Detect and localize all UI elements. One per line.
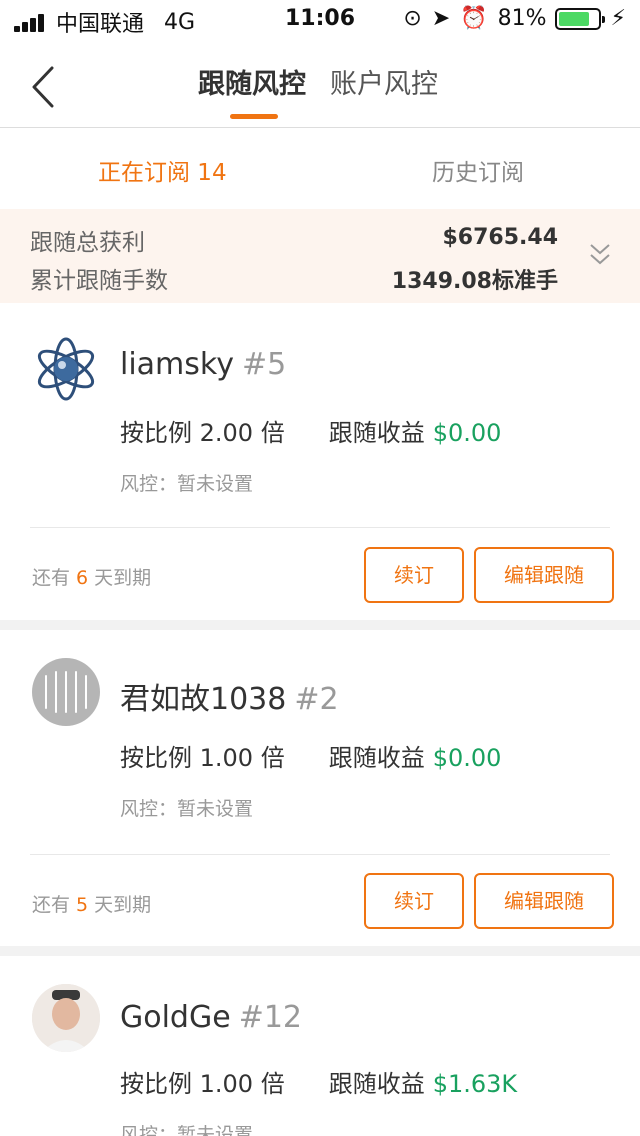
trader-name-text: 君如故1038 xyxy=(120,682,287,717)
location-icon: ➤ xyxy=(431,6,451,31)
subscription-card[interactable]: 君如故1038 #2 按比例 1.00 倍 跟随收益 $0.00 风控：暂未设置 还有… xyxy=(0,630,640,946)
risk-status: 风控：暂未设置 xyxy=(120,798,254,820)
trader-name[interactable]: liamsky #5 xyxy=(120,347,286,382)
trader-rank: #2 xyxy=(294,682,339,717)
tab-history-subscriptions[interactable]: 历史订阅 xyxy=(432,153,524,187)
follow-summary[interactable]: 跟随总获利 $6765.44 累计跟随手数 1349.08标准手 xyxy=(0,209,640,303)
divider xyxy=(30,854,610,855)
subscription-card[interactable]: liamsky #5 按比例 2.00 倍 跟随收益 $0.00 风控：暂未设置 还有… xyxy=(0,303,640,620)
total-lots-value: 1349.08标准手 xyxy=(391,269,558,294)
total-lots-label: 累计跟随手数 xyxy=(30,268,168,294)
edit-follow-button[interactable]: 编辑跟随 xyxy=(474,547,614,603)
subscription-tabs: 正在订阅 14 历史订阅 xyxy=(0,129,640,209)
risk-status: 风控：暂未设置 xyxy=(120,473,254,495)
avatar xyxy=(32,984,100,1052)
trader-name[interactable]: 君如故1038 #2 xyxy=(120,674,339,718)
trader-rank: #5 xyxy=(241,347,287,382)
trader-rank: #12 xyxy=(238,1000,302,1035)
expire-suffix: 天到期 xyxy=(94,567,152,589)
atom-logo-icon xyxy=(37,337,95,401)
risk-status: 风控：暂未设置 xyxy=(120,1124,254,1136)
expire-days: 5 xyxy=(76,894,89,916)
back-button[interactable] xyxy=(30,66,70,108)
follow-gain-value: $0.00 xyxy=(432,744,502,772)
tab-current-subscriptions[interactable]: 正在订阅 14 xyxy=(98,153,227,187)
nav-header: 跟随风控 账户风控 xyxy=(0,40,640,128)
alarm-icon: ⏰ xyxy=(460,6,488,31)
avatar xyxy=(32,335,100,403)
card-separator xyxy=(0,620,640,630)
charging-icon: ⚡ xyxy=(610,6,626,31)
active-tab-indicator xyxy=(230,114,278,119)
expire-suffix: 天到期 xyxy=(94,894,152,916)
follow-ratio-row: 按比例 1.00 倍 跟随收益 $0.00 xyxy=(120,738,501,773)
rotation-lock-icon: ⊙ xyxy=(403,6,422,31)
expire-note: 还有 6 天到期 xyxy=(32,563,151,590)
battery-icon xyxy=(554,7,605,30)
subscription-card[interactable]: GoldGe #12 按比例 1.00 倍 跟随收益 $1.63K 风控：暂未设置 xyxy=(0,956,640,1136)
expire-prefix: 还有 xyxy=(32,894,71,916)
double-chevron-down-icon[interactable] xyxy=(588,241,612,269)
avatar xyxy=(32,658,100,726)
follow-ratio-row: 按比例 2.00 倍 跟随收益 $0.00 xyxy=(120,413,501,448)
person-photo-icon xyxy=(32,984,100,1052)
expire-prefix: 还有 xyxy=(32,567,71,589)
follow-ratio: 按比例 1.00 倍 xyxy=(120,1070,285,1098)
edit-follow-button[interactable]: 编辑跟随 xyxy=(474,873,614,929)
divider xyxy=(30,527,610,528)
total-profit-label: 跟随总获利 xyxy=(30,230,145,256)
tab-follow-risk[interactable]: 跟随风控 xyxy=(198,62,306,101)
renew-button[interactable]: 续订 xyxy=(364,873,464,929)
renew-button[interactable]: 续订 xyxy=(364,547,464,603)
follow-gain-label: 跟随收益 xyxy=(328,1070,425,1098)
expire-days: 6 xyxy=(76,567,89,589)
total-profit-value: $6765.44 xyxy=(442,225,558,250)
trader-name[interactable]: GoldGe #12 xyxy=(120,1000,302,1035)
expire-note: 还有 5 天到期 xyxy=(32,890,151,917)
follow-gain-value: $0.00 xyxy=(432,419,502,447)
follow-ratio: 按比例 1.00 倍 xyxy=(120,744,285,772)
follow-ratio: 按比例 2.00 倍 xyxy=(120,419,285,447)
chevron-left-icon xyxy=(32,66,54,108)
status-bar: 中国联通 4G 11:06 ⊙ ➤ ⏰ 81% ⚡ xyxy=(0,0,640,40)
card-separator xyxy=(0,946,640,956)
follow-gain-label: 跟随收益 xyxy=(328,419,425,447)
calligraphy-avatar-icon xyxy=(45,671,87,713)
battery-percent: 81% xyxy=(497,6,547,31)
tab-account-risk[interactable]: 账户风控 xyxy=(330,62,438,101)
follow-gain-value: $1.63K xyxy=(432,1070,518,1098)
follow-gain-label: 跟随收益 xyxy=(328,744,425,772)
trader-name-text: GoldGe xyxy=(120,1000,231,1035)
trader-name-text: liamsky xyxy=(120,347,234,382)
follow-ratio-row: 按比例 1.00 倍 跟随收益 $1.63K xyxy=(120,1064,517,1099)
